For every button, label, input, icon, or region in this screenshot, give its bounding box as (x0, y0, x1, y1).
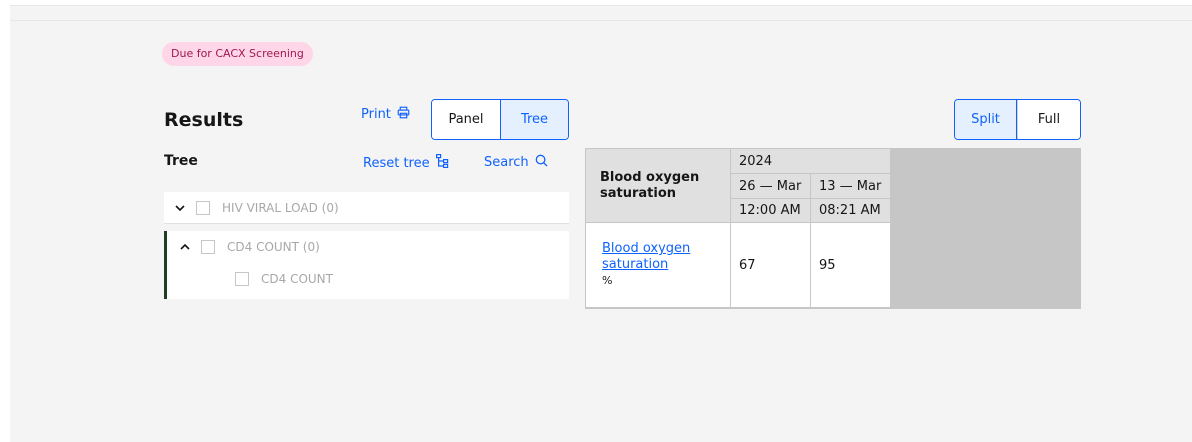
chevron-up-icon[interactable] (179, 241, 191, 253)
hiv-viral-load-checkbox[interactable] (196, 200, 210, 215)
full-view-tab[interactable]: Full (1017, 100, 1080, 139)
date-header: 26 — Mar (730, 173, 811, 199)
tree-view-icon (435, 154, 449, 172)
layout-switcher: Split Full (954, 99, 1081, 140)
test-name-cell: Blood oxygen saturation % (585, 222, 731, 308)
cd4-count-group-checkbox[interactable] (201, 240, 215, 254)
results-table-container: Blood oxygen saturation 2024 26 — Mar 13… (585, 148, 1081, 309)
reset-tree-button[interactable]: Reset tree (363, 154, 449, 172)
search-label: Search (484, 155, 529, 170)
header-divider (10, 20, 1192, 21)
search-icon (535, 154, 548, 171)
tree-leaf-cd4-count[interactable]: CD4 COUNT (167, 263, 333, 295)
panel-view-tab[interactable]: Panel (432, 100, 500, 139)
unit-label: % (602, 274, 613, 287)
time-header: 12:00 AM (730, 198, 811, 223)
split-view-tab[interactable]: Split (955, 100, 1017, 139)
cd4-count-label: CD4 COUNT (261, 272, 333, 286)
tree-node-hiv-viral-load[interactable]: HIV VIRAL LOAD (0) (164, 192, 569, 224)
result-value-cell: 95 (810, 222, 891, 308)
hiv-viral-load-label: HIV VIRAL LOAD (0) (222, 200, 339, 215)
results-table: Blood oxygen saturation 2024 26 — Mar 13… (585, 148, 891, 308)
print-button[interactable]: Print (361, 106, 410, 123)
tree-node-cd4-count: CD4 COUNT (0) CD4 COUNT (164, 231, 569, 299)
print-label: Print (361, 107, 391, 122)
tree-heading: Tree (164, 153, 198, 169)
result-value-cell: 67 (730, 222, 811, 308)
cd4-count-group-label: CD4 COUNT (0) (227, 240, 320, 254)
time-header: 08:21 AM (810, 198, 891, 223)
tree-view-tab[interactable]: Tree (500, 100, 568, 139)
app-content: Due for CACX Screening Results Print Pan… (10, 5, 1192, 442)
screening-tag: Due for CACX Screening (162, 42, 313, 66)
year-header: 2024 (730, 148, 891, 174)
search-button[interactable]: Search (484, 154, 548, 171)
printer-icon (397, 106, 410, 123)
table-row: Blood oxygen saturation % 67 95 (585, 222, 891, 308)
chevron-down-icon[interactable] (174, 202, 186, 214)
date-header: 13 — Mar (810, 173, 891, 199)
results-title: Results (164, 109, 244, 131)
blood-oxygen-saturation-link[interactable]: Blood oxygen saturation (602, 241, 690, 272)
reset-tree-label: Reset tree (363, 155, 430, 171)
view-switcher: Panel Tree (431, 99, 569, 140)
cd4-count-checkbox[interactable] (235, 272, 249, 286)
test-name-header: Blood oxygen saturation (585, 148, 731, 223)
